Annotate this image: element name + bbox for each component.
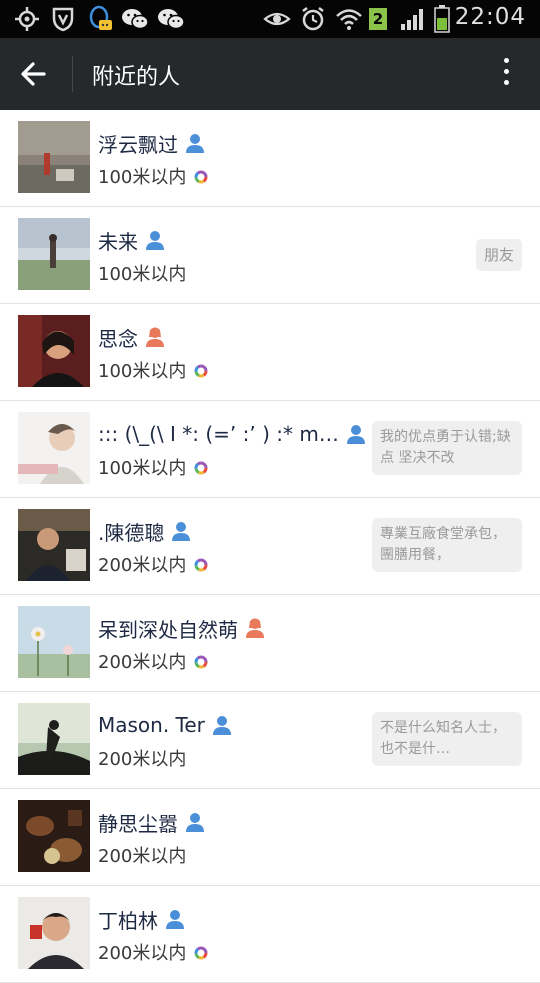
list-item[interactable]: ::: (\_(\ I *: (=’ :’ ) :* m… 100米以内 我的优… (0, 401, 540, 498)
distance-label: 100米以内 (98, 361, 187, 382)
person-name: 丁柏林 (98, 908, 158, 933)
avatar[interactable] (18, 606, 90, 678)
female-gender-icon (244, 617, 266, 639)
person-name: 未来 (98, 229, 138, 254)
battery-icon (432, 5, 452, 33)
male-gender-icon (170, 520, 192, 542)
male-gender-icon (144, 229, 166, 251)
clock: 22:04 (454, 4, 526, 30)
signature-bubble: 我的优点勇于认错;缺点 坚决不改 (372, 421, 522, 475)
signal-icon (400, 6, 426, 32)
avatar[interactable] (18, 509, 90, 581)
avatar[interactable] (18, 121, 90, 193)
person-name: 呆到深处自然萌 (98, 617, 238, 642)
person-name: 静思尘嚣 (98, 811, 178, 836)
qq-icon (86, 5, 114, 32)
moments-icon (194, 945, 208, 960)
male-gender-icon (164, 908, 186, 930)
avatar[interactable] (18, 800, 90, 872)
list-item[interactable]: 未来 100米以内 朋友 (0, 207, 540, 304)
male-gender-icon (211, 714, 233, 736)
list-item[interactable]: 静思尘嚣 200米以内 (0, 789, 540, 886)
page-title: 附近的人 (92, 65, 181, 90)
list-item[interactable]: 思念 100米以内 (0, 304, 540, 401)
distance-label: 100米以内 (98, 167, 187, 188)
back-arrow-icon (21, 62, 46, 86)
signature-bubble: 專業互廠食堂承包，團膳用餐， (372, 518, 522, 572)
gps-icon (12, 6, 42, 32)
list-item[interactable]: Mason. Ter 200米以内 不是什么知名人士，也不是什… (0, 692, 540, 789)
distance-label: 200米以内 (98, 943, 187, 964)
distance-label: 200米以内 (98, 652, 187, 673)
sim-badge: 2 (368, 6, 388, 32)
male-gender-icon (345, 423, 367, 445)
divider (72, 56, 73, 92)
list-item[interactable]: 浮云飘过 100米以内 (0, 110, 540, 207)
friend-tag: 朋友 (475, 239, 522, 271)
wechat-icon (120, 6, 150, 32)
avatar[interactable] (18, 703, 90, 775)
distance-label: 200米以内 (98, 749, 187, 770)
moments-icon (194, 654, 208, 669)
person-name: Mason. Ter (98, 713, 205, 737)
distance-label: 200米以内 (98, 846, 187, 867)
avatar[interactable] (18, 412, 90, 484)
male-gender-icon (184, 132, 206, 154)
distance-label: 200米以内 (98, 555, 187, 576)
action-bar: 附近的人 (0, 38, 540, 110)
eye-icon (262, 6, 292, 32)
nearby-people-list: 浮云飘过 100米以内 未来 100米以内 朋友 思念 100米以内 ::: (… (0, 110, 540, 983)
female-gender-icon (144, 326, 166, 348)
list-item[interactable]: 丁柏林 200米以内 (0, 886, 540, 983)
list-item[interactable]: .陳德聰 200米以内 專業互廠食堂承包，團膳用餐， (0, 498, 540, 595)
list-item[interactable]: 呆到深处自然萌 200米以内 (0, 595, 540, 692)
person-name: 浮云飘过 (98, 132, 178, 157)
moments-icon (194, 363, 208, 378)
back-button[interactable] (18, 58, 58, 90)
alarm-icon (298, 6, 328, 32)
wechat-icon (156, 6, 186, 32)
avatar[interactable] (18, 897, 90, 969)
person-name: ::: (\_(\ I *: (=’ :’ ) :* m… (98, 422, 339, 446)
distance-label: 100米以内 (98, 264, 187, 285)
moments-icon (194, 460, 208, 475)
avatar[interactable] (18, 315, 90, 387)
vpn-shield-icon (50, 6, 76, 32)
person-name: .陳德聰 (98, 520, 165, 545)
moments-icon (194, 557, 208, 572)
male-gender-icon (184, 811, 206, 833)
distance-label: 100米以内 (98, 458, 187, 479)
signature-bubble: 不是什么知名人士，也不是什… (372, 712, 522, 766)
moments-icon (194, 169, 208, 184)
person-name: 思念 (98, 326, 138, 351)
avatar[interactable] (18, 218, 90, 290)
status-bar: 2 22:04 (0, 0, 540, 38)
wifi-icon (334, 6, 364, 32)
more-menu-button[interactable] (500, 58, 512, 92)
